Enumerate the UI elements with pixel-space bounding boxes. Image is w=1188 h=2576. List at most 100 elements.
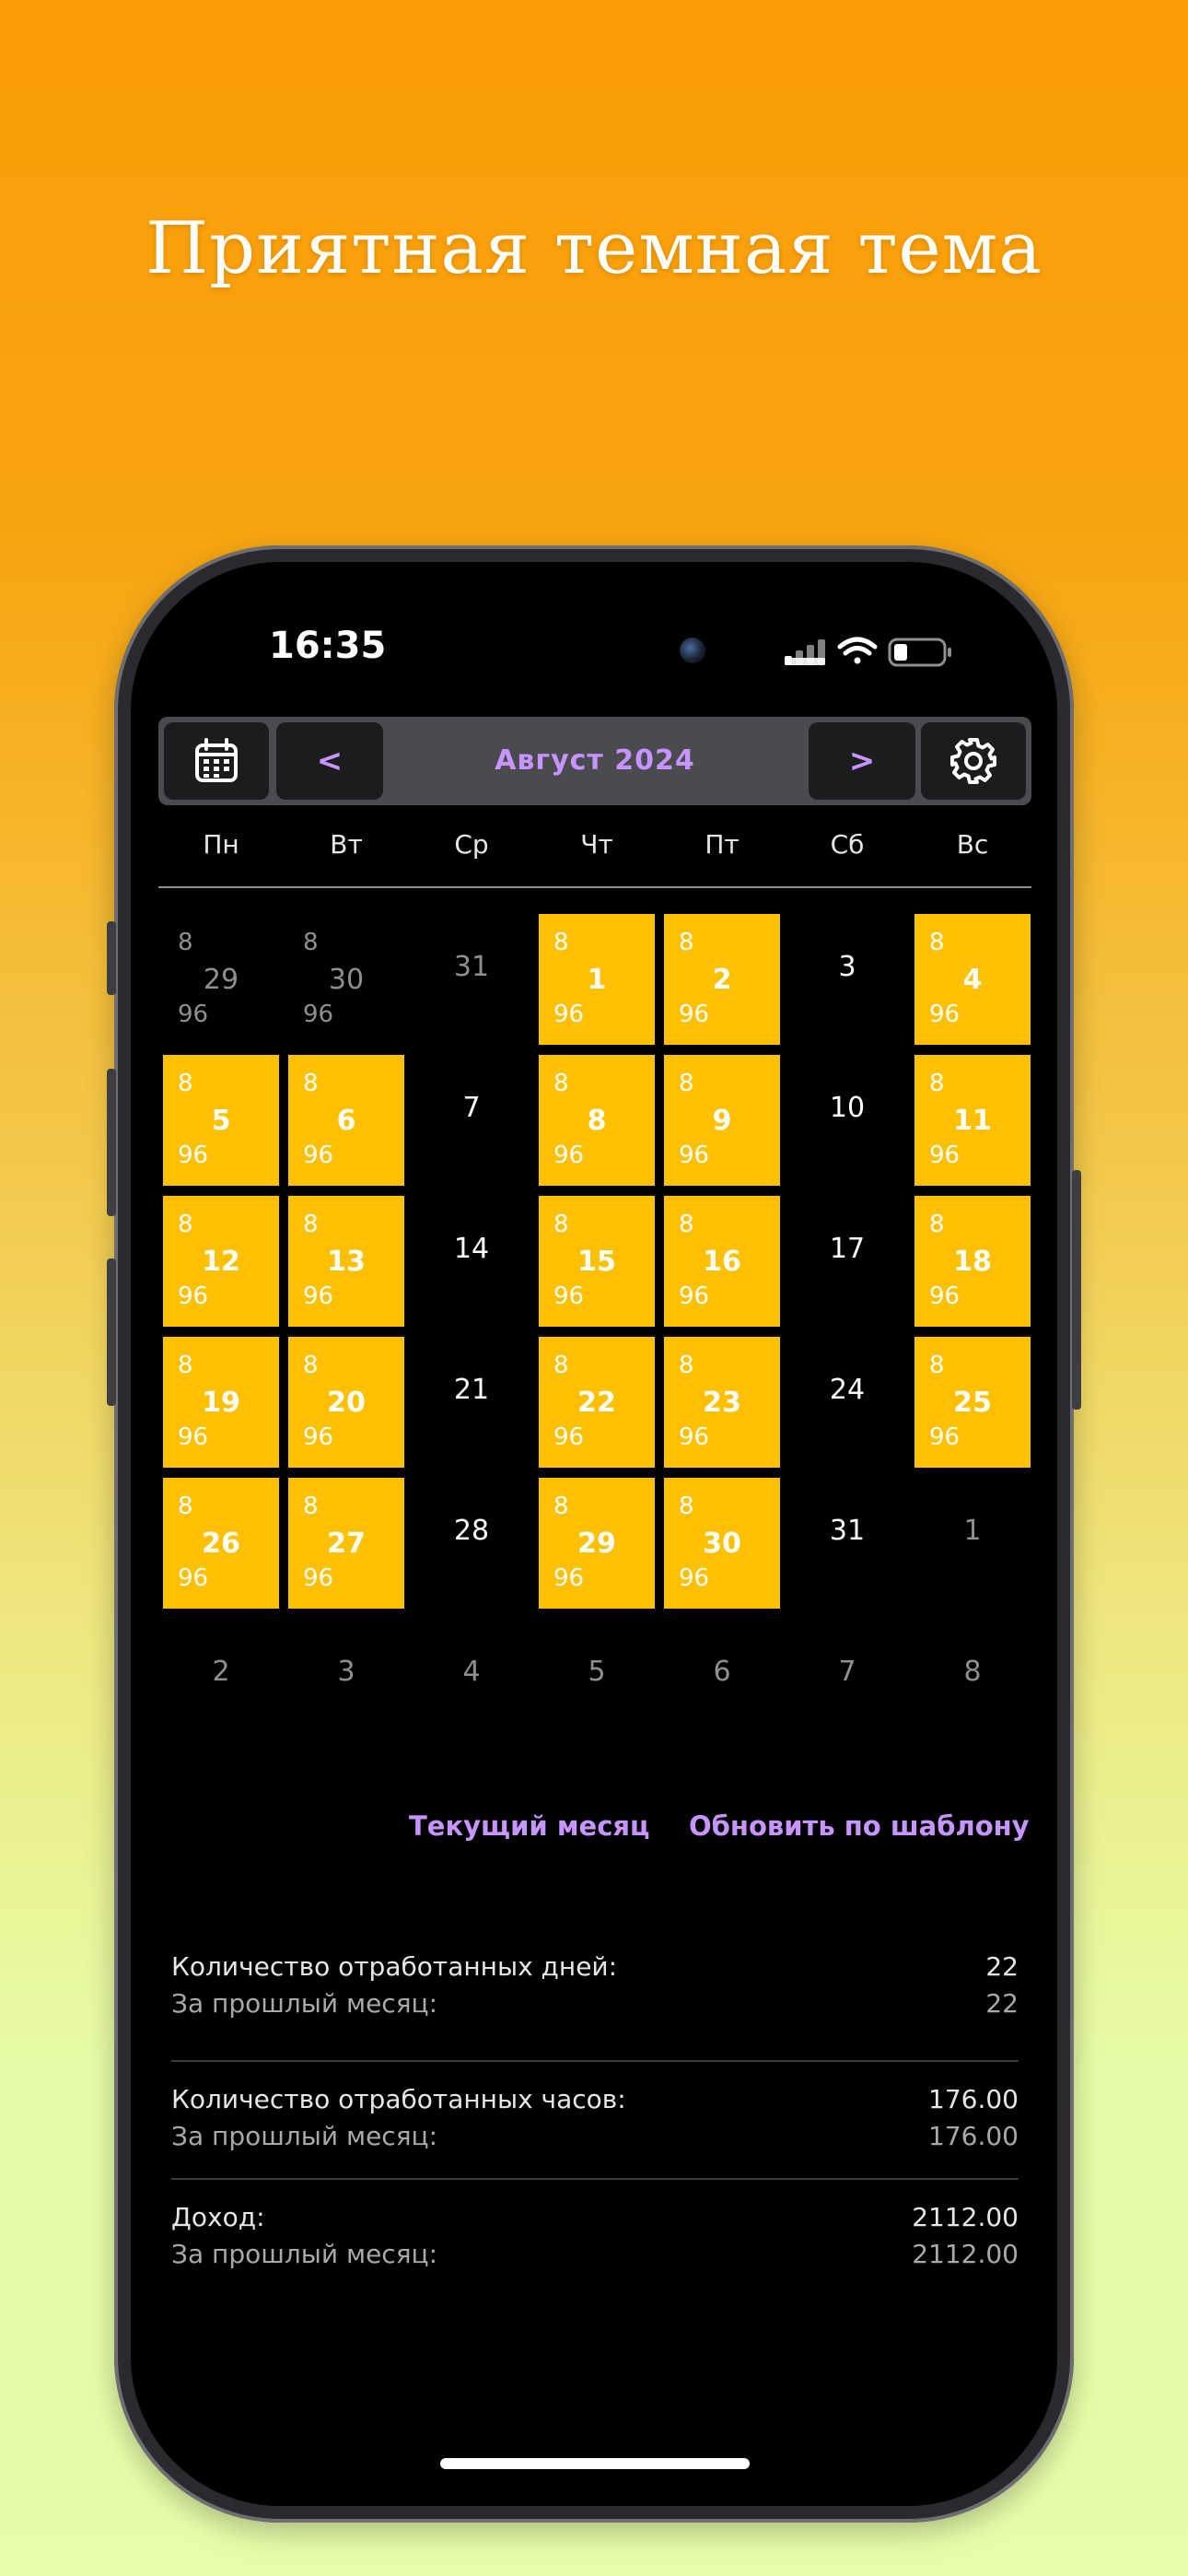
day-cell[interactable]: 8 29 96 — [163, 914, 279, 1045]
day-cell[interactable]: 5 — [539, 1619, 655, 1750]
day-hours: 8 — [553, 929, 569, 956]
day-number: 25 — [953, 1387, 992, 1419]
day-pay: 96 — [303, 1142, 334, 1169]
day-cell[interactable]: 31 — [413, 914, 530, 1045]
workday-cell[interactable]: 8 20 96 — [288, 1337, 404, 1468]
settings-button[interactable] — [921, 722, 1026, 800]
day-cell[interactable]: 10 — [789, 1055, 905, 1186]
calendar-picker-button[interactable] — [164, 722, 269, 800]
day-number: 11 — [953, 1105, 992, 1137]
day-number: 8 — [587, 1105, 607, 1137]
day-pay: 96 — [679, 1564, 710, 1592]
day-cell[interactable]: 7 — [789, 1619, 905, 1750]
day-number: 5 — [588, 1656, 606, 1688]
day-cell[interactable]: 3 — [288, 1619, 404, 1750]
workday-cell[interactable]: 8 13 96 — [288, 1196, 404, 1327]
workday-cell[interactable]: 8 4 96 — [914, 914, 1031, 1045]
day-number: 30 — [328, 964, 365, 996]
workday-cell[interactable]: 8 25 96 — [914, 1337, 1031, 1468]
workday-cell[interactable]: 8 2 96 — [664, 914, 780, 1045]
weekday-fri: Пт — [705, 829, 740, 860]
day-hours: 8 — [679, 1070, 694, 1097]
workday-cell[interactable]: 8 11 96 — [914, 1055, 1031, 1186]
workday-cell[interactable]: 8 27 96 — [288, 1478, 404, 1609]
workday-cell[interactable]: 8 9 96 — [664, 1055, 780, 1186]
workday-cell[interactable]: 8 1 96 — [539, 914, 655, 1045]
day-cell[interactable]: 14 — [413, 1196, 530, 1327]
day-pay: 96 — [178, 1282, 209, 1310]
day-hours: 8 — [303, 1493, 319, 1520]
next-month-button[interactable]: > — [809, 722, 915, 800]
status-time: 16:35 — [269, 625, 387, 667]
current-month-button[interactable]: Текущий месяц — [409, 1810, 650, 1842]
day-pay: 96 — [929, 1282, 961, 1310]
day-number: 28 — [453, 1515, 490, 1547]
day-cell[interactable]: 8 30 96 — [288, 914, 404, 1045]
calendar-grid: 8 29 96 8 30 96 31 8 1 96 8 2 96 3 8 4 96 8 5 96 8 6 96 7 8 8 96 8 9… — [158, 914, 1031, 1688]
status-icons — [785, 634, 969, 674]
day-number: 1 — [963, 1515, 982, 1547]
header-divider — [158, 886, 1031, 888]
day-cell[interactable]: 21 — [413, 1337, 530, 1468]
workday-cell[interactable]: 8 19 96 — [163, 1337, 279, 1468]
day-number: 27 — [327, 1528, 366, 1560]
workday-cell[interactable]: 8 26 96 — [163, 1478, 279, 1609]
day-number: 31 — [829, 1515, 866, 1547]
workday-cell[interactable]: 8 22 96 — [539, 1337, 655, 1468]
day-cell[interactable]: 7 — [413, 1055, 530, 1186]
workday-cell[interactable]: 8 6 96 — [288, 1055, 404, 1186]
stat-label: Количество отработанных часов: — [171, 2084, 626, 2114]
day-hours: 8 — [929, 1352, 945, 1379]
day-hours: 8 — [553, 1493, 569, 1520]
workday-cell[interactable]: 8 29 96 — [539, 1478, 655, 1609]
stat-sub-label: За прошлый месяц: — [171, 2239, 438, 2269]
day-cell[interactable]: 3 — [789, 914, 905, 1045]
workday-cell[interactable]: 8 15 96 — [539, 1196, 655, 1327]
prev-month-button[interactable]: < — [276, 722, 383, 800]
day-hours: 8 — [303, 1211, 319, 1238]
day-cell[interactable]: 4 — [413, 1619, 530, 1750]
stat-sub-value: 22 — [985, 1988, 1019, 2019]
workday-cell[interactable]: 8 30 96 — [664, 1478, 780, 1609]
stat-sub-label: За прошлый месяц: — [171, 2121, 438, 2151]
day-cell[interactable]: 6 — [664, 1619, 780, 1750]
front-camera — [680, 638, 705, 663]
day-pay: 96 — [553, 1423, 585, 1451]
day-hours: 8 — [679, 1493, 694, 1520]
day-cell[interactable]: 28 — [413, 1478, 530, 1609]
power-button — [1072, 1170, 1081, 1410]
stats-panel: Количество отработанных дней: 22 За прош… — [171, 1944, 1019, 2296]
calendar-actions: Текущий месяц Обновить по шаблону — [131, 1810, 1057, 1866]
day-number: 17 — [829, 1233, 866, 1265]
day-cell[interactable]: 24 — [789, 1337, 905, 1468]
day-cell[interactable]: 31 — [789, 1478, 905, 1609]
workday-cell[interactable]: 8 23 96 — [664, 1337, 780, 1468]
workday-cell[interactable]: 8 12 96 — [163, 1196, 279, 1327]
phone-screen: 16:35 < Август 2024 > Пн Вт Ср Чт Пт Сб … — [131, 562, 1057, 2506]
workday-cell[interactable]: 8 5 96 — [163, 1055, 279, 1186]
day-number: 22 — [577, 1387, 616, 1419]
day-cell[interactable]: 2 — [163, 1619, 279, 1750]
day-pay: 96 — [303, 1001, 334, 1028]
volume-down-button — [107, 1259, 116, 1406]
day-number: 29 — [577, 1528, 616, 1560]
day-number: 6 — [336, 1105, 356, 1137]
day-pay: 96 — [303, 1564, 334, 1592]
update-template-button[interactable]: Обновить по шаблону — [689, 1810, 1030, 1842]
day-number: 19 — [202, 1387, 240, 1419]
day-number: 2 — [712, 964, 732, 996]
weekday-thu: Чт — [580, 829, 613, 860]
day-cell[interactable]: 8 — [914, 1619, 1031, 1750]
day-number: 13 — [327, 1246, 366, 1278]
day-cell[interactable]: 17 — [789, 1196, 905, 1327]
workday-cell[interactable]: 8 18 96 — [914, 1196, 1031, 1327]
day-hours: 8 — [303, 1070, 319, 1097]
workday-cell[interactable]: 8 16 96 — [664, 1196, 780, 1327]
workday-cell[interactable]: 8 8 96 — [539, 1055, 655, 1186]
stat-value: 22 — [985, 1951, 1019, 1982]
stat-value: 2112.00 — [912, 2202, 1019, 2232]
day-number: 3 — [838, 951, 856, 983]
day-cell[interactable]: 1 — [914, 1478, 1031, 1609]
day-number: 24 — [829, 1374, 866, 1406]
day-pay: 96 — [303, 1423, 334, 1451]
